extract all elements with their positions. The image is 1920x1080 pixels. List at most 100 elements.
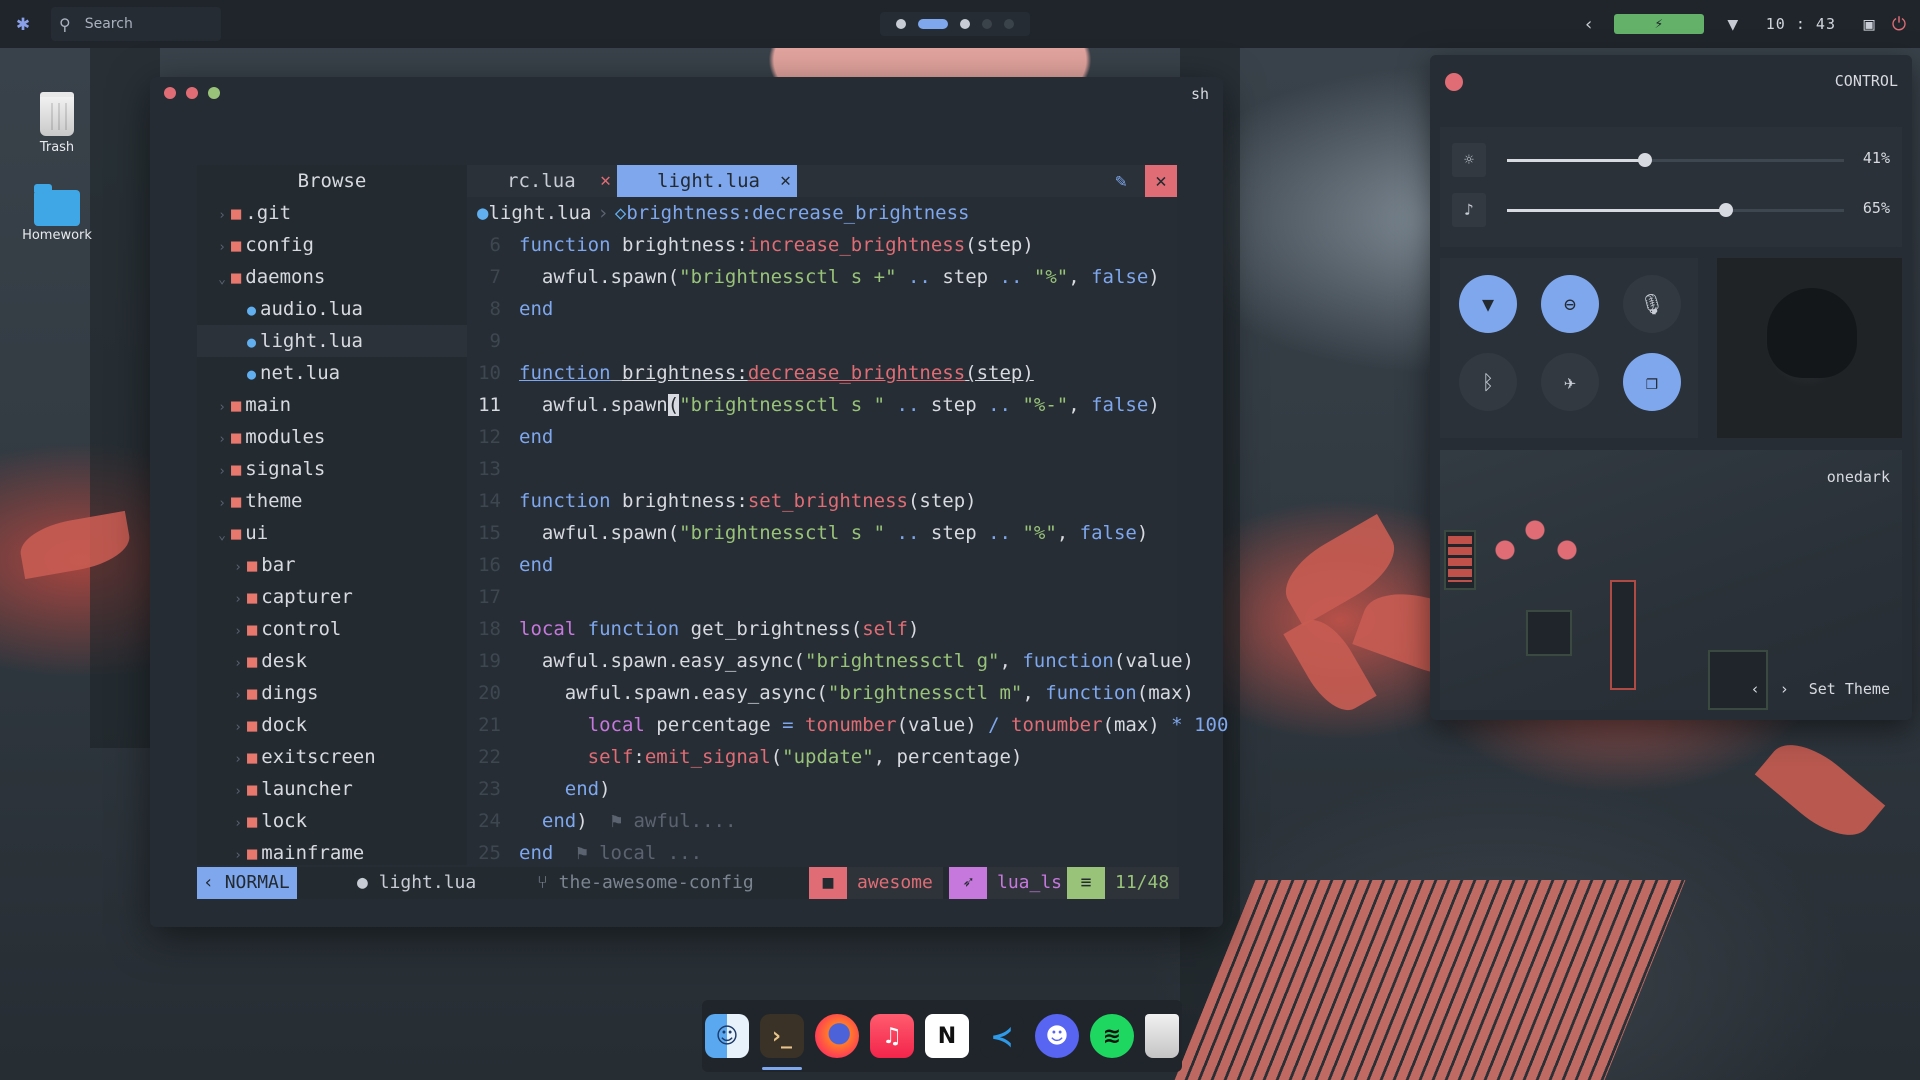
workspace-5[interactable] bbox=[1004, 19, 1014, 29]
battery-indicator[interactable]: ⚡ bbox=[1613, 14, 1704, 34]
tree-folder[interactable]: › ■ desk bbox=[197, 645, 467, 677]
tree-folder[interactable]: › ■ dings bbox=[197, 677, 467, 709]
brightness-value: 41% bbox=[1862, 149, 1890, 167]
close-icon[interactable]: ✕ bbox=[780, 165, 791, 197]
status-branch: ⑂ the-awesome-config bbox=[537, 867, 754, 899]
set-theme-button[interactable]: Set Theme bbox=[1809, 680, 1890, 698]
tree-folder[interactable]: › ■ theme bbox=[197, 485, 467, 517]
dnd-toggle[interactable]: ⊖ bbox=[1541, 275, 1599, 333]
tree-folder[interactable]: › ■ exitscreen bbox=[197, 741, 467, 773]
workspace-4[interactable] bbox=[982, 19, 992, 29]
chevron-right-icon: › bbox=[234, 752, 242, 767]
tree-folder[interactable]: › ■ capturer bbox=[197, 581, 467, 613]
tree-folder[interactable]: › ■ signals bbox=[197, 453, 467, 485]
tab-rc-lua[interactable]: rc.lua ✕ bbox=[467, 165, 617, 197]
dock-app-vscode[interactable]: ≺ bbox=[980, 1014, 1024, 1058]
tree-folder[interactable]: › ■ control bbox=[197, 613, 467, 645]
launcher-gear-icon[interactable]: ✱ bbox=[11, 12, 35, 36]
chevron-right-icon[interactable]: › bbox=[1780, 680, 1789, 698]
workspace-1[interactable] bbox=[896, 19, 906, 29]
brightness-icon: ☼ bbox=[1452, 143, 1486, 177]
dock-app-trash[interactable] bbox=[1145, 1014, 1179, 1058]
rocket-icon: ➶ bbox=[949, 867, 987, 899]
close-all-icon[interactable]: ✕ bbox=[1145, 165, 1177, 197]
dock-app-notion[interactable]: N bbox=[925, 1014, 969, 1058]
tree-folder[interactable]: › ■ dock bbox=[197, 709, 467, 741]
maximize-window-button[interactable] bbox=[208, 87, 220, 99]
wand-icon[interactable]: ✎ bbox=[1105, 165, 1137, 197]
tree-folder[interactable]: › ■ lock bbox=[197, 805, 467, 837]
tree-folder[interactable]: › ■ main bbox=[197, 389, 467, 421]
neovim-editor[interactable]: Browse › ■ .git › ■ config ⌄ ■ daemons ● audio.lua… bbox=[197, 165, 1228, 899]
close-icon[interactable]: ✕ bbox=[600, 165, 611, 197]
tree-item-label: control bbox=[261, 618, 342, 640]
window-title: sh bbox=[1190, 85, 1209, 103]
tree-file[interactable]: ● net.lua bbox=[197, 357, 467, 389]
dock-app-firefox[interactable] bbox=[815, 1014, 859, 1058]
code-line: 10 function brightness:decrease_brightnes… bbox=[478, 362, 1034, 384]
chevron-right-icon: › bbox=[218, 208, 226, 223]
dock-app-terminal[interactable]: ›_ bbox=[760, 1014, 804, 1070]
airplane-toggle[interactable]: ✈ bbox=[1541, 353, 1599, 411]
workspace-2[interactable] bbox=[918, 19, 948, 29]
tree-folder[interactable]: ⌄ ■ daemons bbox=[197, 261, 467, 293]
discord-icon: ☻ bbox=[1045, 1023, 1069, 1049]
brightness-knob[interactable] bbox=[1638, 153, 1653, 167]
desktop-icon-homework[interactable]: Homework bbox=[12, 184, 102, 243]
volume-slider[interactable] bbox=[1507, 203, 1844, 217]
symbol-icon: ◇ bbox=[614, 202, 627, 224]
search-box[interactable]: ⚲ Search bbox=[51, 7, 221, 41]
tree-item-label: mainframe bbox=[261, 842, 365, 864]
charging-icon: ⚡ bbox=[1654, 16, 1663, 32]
dock-app-discord[interactable]: ☻ bbox=[1035, 1014, 1079, 1058]
desktop-icon-trash[interactable]: Trash bbox=[12, 92, 102, 155]
volume-knob[interactable] bbox=[1719, 203, 1734, 217]
tree-folder[interactable]: › ■ config bbox=[197, 229, 467, 261]
notifications-icon[interactable]: ▣ bbox=[1854, 14, 1884, 35]
tree-folder[interactable]: › ■ launcher bbox=[197, 773, 467, 805]
code-line: 18 local function get_brightness(self) bbox=[478, 618, 920, 640]
tree-item-label: daemons bbox=[245, 266, 326, 288]
buffer-tabs: rc.lua ✕ light.lua ✕ ✎ ✕ bbox=[467, 165, 1177, 197]
clock[interactable]: 10 : 43 bbox=[1766, 15, 1836, 33]
tree-folder[interactable]: › ■ bar bbox=[197, 549, 467, 581]
tree-folder[interactable]: ⌄ ■ ui bbox=[197, 517, 467, 549]
portrait-image bbox=[1767, 288, 1857, 378]
tab-light-lua[interactable]: light.lua ✕ bbox=[617, 165, 797, 197]
wifi-toggle[interactable]: ▼ bbox=[1459, 275, 1517, 333]
close-window-button[interactable] bbox=[164, 87, 176, 99]
brightness-slider[interactable] bbox=[1507, 153, 1844, 167]
dock-app-music[interactable]: ♫ bbox=[870, 1014, 914, 1058]
status-project-label: awesome bbox=[847, 867, 943, 899]
wifi-icon[interactable]: ▼ bbox=[1718, 14, 1748, 35]
tree-file[interactable]: ● audio.lua bbox=[197, 293, 467, 325]
code-line: 23 end) bbox=[478, 778, 611, 800]
chevron-right-icon: › bbox=[234, 656, 242, 671]
brightness-slider-row: ☼ 41% bbox=[1440, 135, 1902, 185]
power-icon[interactable]: ⏻ bbox=[1884, 14, 1914, 35]
tab-label: rc.lua bbox=[507, 170, 576, 192]
status-position: ≡ 11/48 bbox=[1067, 867, 1180, 899]
workspace-3[interactable] bbox=[960, 19, 970, 29]
folder-icon: ■ bbox=[247, 812, 258, 832]
breadcrumb-symbol[interactable]: brightness:decrease_brightness bbox=[626, 202, 969, 224]
dock-app-spotify[interactable]: ≋ bbox=[1090, 1014, 1134, 1058]
bluetooth-toggle[interactable]: ᛒ bbox=[1459, 353, 1517, 411]
folder-icon: ■ bbox=[231, 236, 242, 256]
folder-icon: ■ bbox=[809, 867, 847, 899]
close-panel-button[interactable] bbox=[1445, 73, 1463, 91]
file-tree-title: Browse bbox=[297, 170, 367, 192]
tree-folder[interactable]: › ■ mainframe bbox=[197, 837, 467, 869]
tree-file[interactable]: ● light.lua bbox=[197, 325, 467, 357]
screenshot-toggle[interactable]: ❐ bbox=[1623, 353, 1681, 411]
minimize-window-button[interactable] bbox=[186, 87, 198, 99]
mic-toggle[interactable]: 🎙︎ bbox=[1623, 275, 1681, 333]
breadcrumb-file[interactable]: light.lua bbox=[488, 202, 591, 224]
dock-app-finder[interactable]: ☺ bbox=[705, 1014, 749, 1058]
chevron-left-icon[interactable]: ‹ bbox=[1574, 14, 1604, 35]
tree-folder[interactable]: › ■ modules bbox=[197, 421, 467, 453]
tree-folder[interactable]: › ■ .git bbox=[197, 197, 467, 229]
terminal-titlebar[interactable]: sh bbox=[150, 77, 1223, 109]
code-buffer[interactable]: 6 function brightness:increase_brightness… bbox=[467, 229, 1228, 869]
chevron-left-icon[interactable]: ‹ bbox=[1751, 680, 1760, 698]
